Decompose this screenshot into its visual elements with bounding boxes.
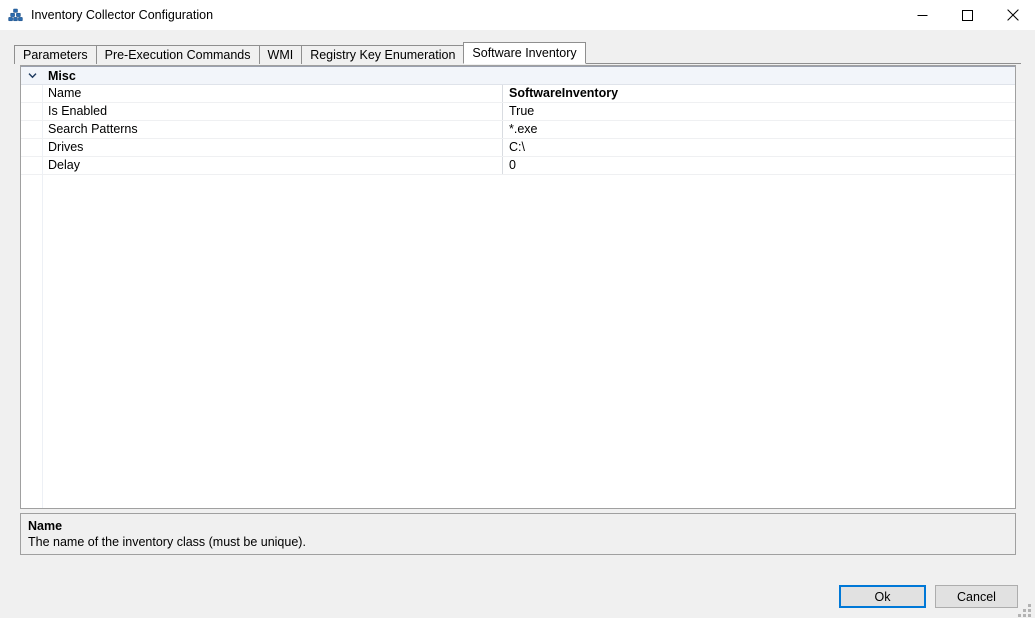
blocks-icon xyxy=(7,6,25,24)
tab-pre-execution-commands[interactable]: Pre-Execution Commands xyxy=(95,45,260,64)
resize-grip[interactable] xyxy=(1018,604,1032,618)
property-category-label: Misc xyxy=(48,68,76,83)
window-title: Inventory Collector Configuration xyxy=(31,8,214,22)
property-row[interactable]: Name SoftwareInventory xyxy=(21,85,1015,103)
tab-software-inventory[interactable]: Software Inventory xyxy=(463,42,586,64)
chevron-down-icon[interactable] xyxy=(21,72,43,79)
tab-parameters[interactable]: Parameters xyxy=(14,45,97,64)
property-value[interactable]: 0 xyxy=(503,157,1015,174)
property-name: Is Enabled xyxy=(21,103,503,120)
property-name: Delay xyxy=(21,157,503,174)
cancel-button[interactable]: Cancel xyxy=(935,585,1018,608)
property-value[interactable]: C:\ xyxy=(503,139,1015,156)
maximize-icon xyxy=(962,9,973,21)
tab-wmi[interactable]: WMI xyxy=(258,45,303,64)
property-category-misc[interactable]: Misc xyxy=(21,66,1015,85)
dialog-client-area: Parameters Pre-Execution Commands WMI Re… xyxy=(0,30,1035,617)
property-row[interactable]: Is Enabled True xyxy=(21,103,1015,121)
close-button[interactable] xyxy=(990,0,1035,30)
property-row[interactable]: Drives C:\ xyxy=(21,139,1015,157)
property-value[interactable]: SoftwareInventory xyxy=(503,85,1015,102)
property-row[interactable]: Search Patterns *.exe xyxy=(21,121,1015,139)
description-text: The name of the inventory class (must be… xyxy=(28,535,306,549)
property-name: Drives xyxy=(21,139,503,156)
ok-button[interactable]: Ok xyxy=(839,585,926,608)
property-grid[interactable]: Misc Name SoftwareInventory Is Enabled T… xyxy=(20,65,1016,509)
description-panel: Name The name of the inventory class (mu… xyxy=(20,513,1016,555)
property-name: Search Patterns xyxy=(21,121,503,138)
tab-registry-key-enumeration[interactable]: Registry Key Enumeration xyxy=(301,45,465,64)
property-value[interactable]: True xyxy=(503,103,1015,120)
window-controls xyxy=(900,0,1035,30)
tab-strip: Parameters Pre-Execution Commands WMI Re… xyxy=(14,42,1021,64)
property-row[interactable]: Delay 0 xyxy=(21,157,1015,175)
close-icon xyxy=(1006,9,1019,21)
minimize-icon xyxy=(917,14,928,16)
description-title: Name xyxy=(28,519,63,533)
title-bar[interactable]: Inventory Collector Configuration xyxy=(0,0,1035,30)
minimize-button[interactable] xyxy=(900,0,945,30)
maximize-button[interactable] xyxy=(945,0,990,30)
property-name: Name xyxy=(21,85,503,102)
property-value[interactable]: *.exe xyxy=(503,121,1015,138)
